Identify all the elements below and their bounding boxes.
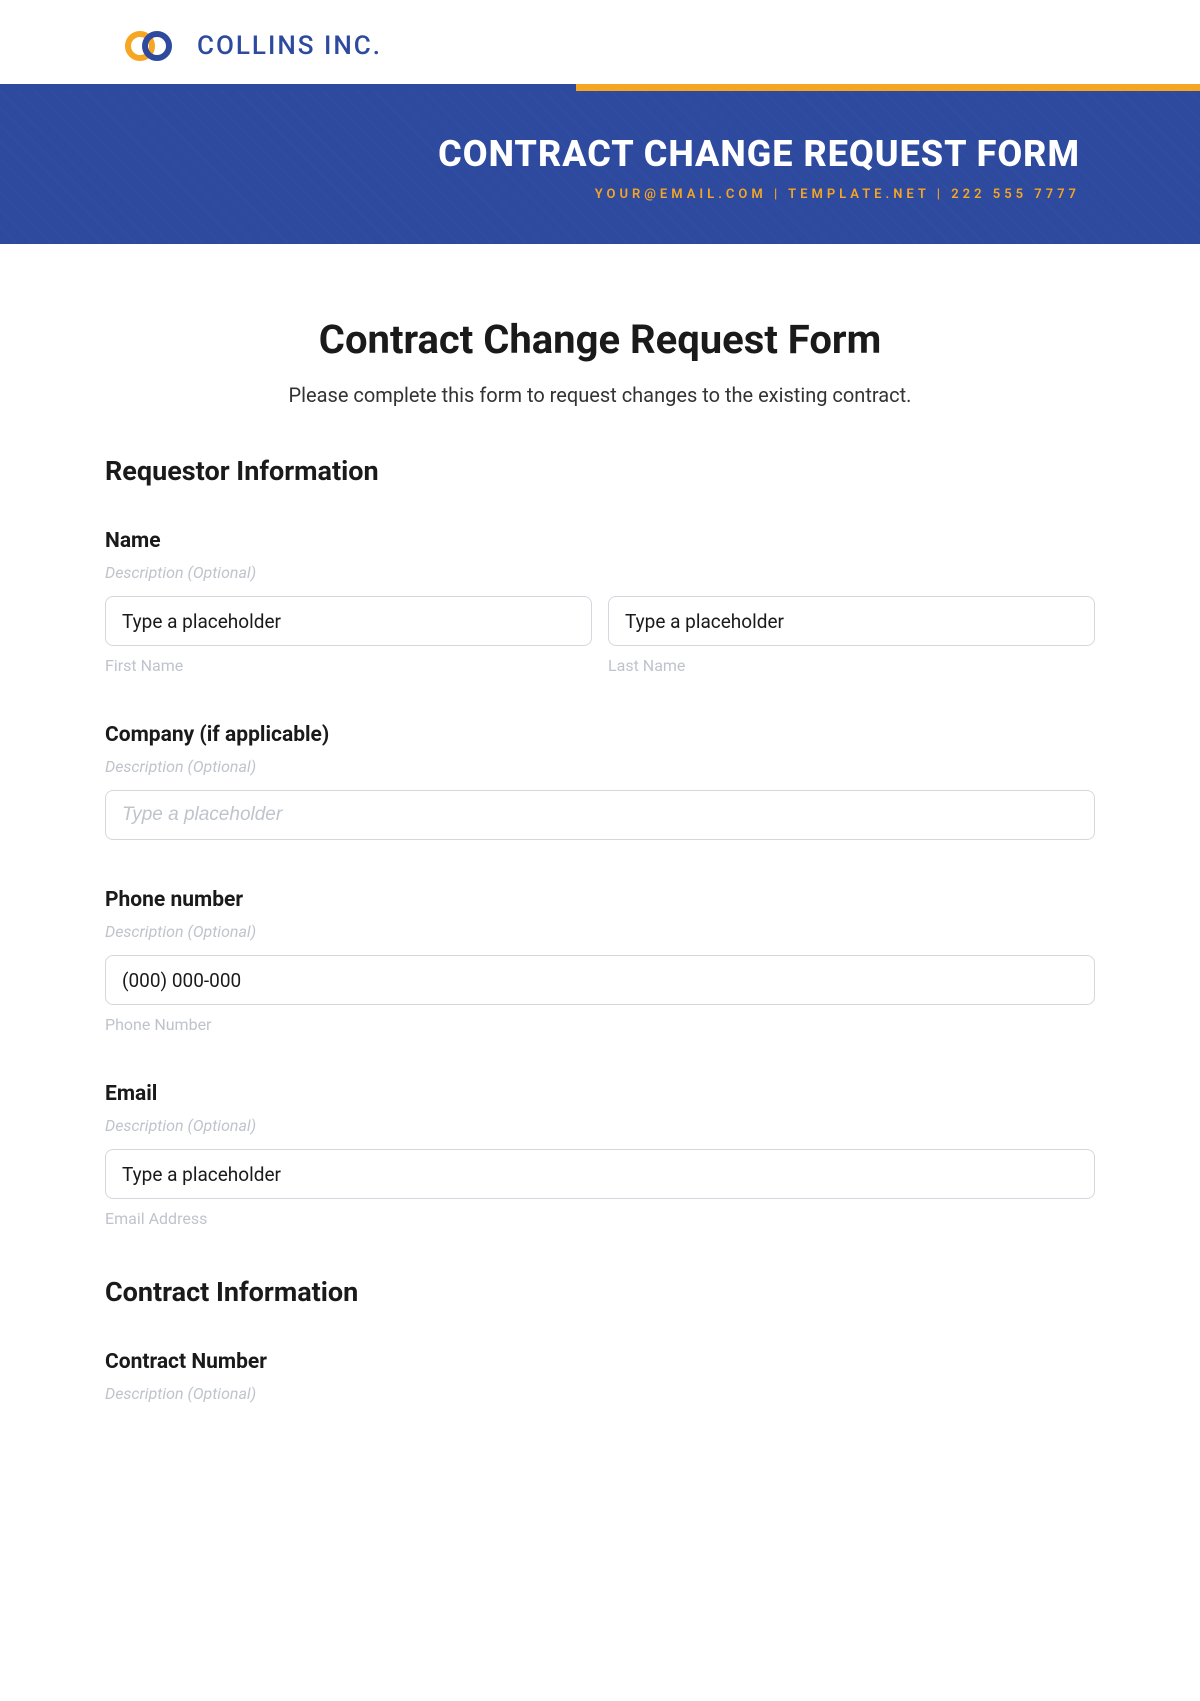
company-label: Company (if applicable) xyxy=(105,723,1095,747)
phone-input-text: (000) 000-000 xyxy=(122,969,241,992)
email-description: Description (Optional) xyxy=(105,1116,1095,1135)
form-subtitle: Please complete this form to request cha… xyxy=(105,383,1095,407)
name-field-group: Name Description (Optional) Type a place… xyxy=(105,529,1095,675)
company-logo-icon xyxy=(125,28,177,64)
email-input[interactable]: Type a placeholder xyxy=(105,1149,1095,1199)
hero-banner: CONTRACT CHANGE REQUEST FORM YOUR@EMAIL.… xyxy=(0,91,1200,244)
company-name: COLLINS INC. xyxy=(197,31,382,61)
first-name-input-text: Type a placeholder xyxy=(122,610,281,633)
email-label: Email xyxy=(105,1082,1095,1106)
form-title: Contract Change Request Form xyxy=(105,316,1095,363)
hero-title: CONTRACT CHANGE REQUEST FORM xyxy=(120,133,1080,175)
phone-label: Phone number xyxy=(105,888,1095,912)
phone-input[interactable]: (000) 000-000 xyxy=(105,955,1095,1005)
company-description: Description (Optional) xyxy=(105,757,1095,776)
email-input-text: Type a placeholder xyxy=(122,1163,281,1186)
name-label: Name xyxy=(105,529,1095,553)
contract-number-field-group: Contract Number Description (Optional) xyxy=(105,1350,1095,1403)
first-name-sublabel: First Name xyxy=(105,656,592,675)
email-sublabel: Email Address xyxy=(105,1209,1095,1228)
last-name-input[interactable]: Type a placeholder xyxy=(608,596,1095,646)
email-field-group: Email Description (Optional) Type a plac… xyxy=(105,1082,1095,1228)
name-description: Description (Optional) xyxy=(105,563,1095,582)
phone-description: Description (Optional) xyxy=(105,922,1095,941)
company-input[interactable] xyxy=(105,790,1095,840)
phone-field-group: Phone number Description (Optional) (000… xyxy=(105,888,1095,1034)
main-content: Contract Change Request Form Please comp… xyxy=(0,244,1200,1457)
last-name-sublabel: Last Name xyxy=(608,656,1095,675)
last-name-input-text: Type a placeholder xyxy=(625,610,784,633)
phone-sublabel: Phone Number xyxy=(105,1015,1095,1034)
contract-number-label: Contract Number xyxy=(105,1350,1095,1374)
requestor-section-heading: Requestor Information xyxy=(105,455,1095,487)
contract-number-description: Description (Optional) xyxy=(105,1384,1095,1403)
divider-stripe xyxy=(0,84,1200,91)
top-header: COLLINS INC. xyxy=(0,0,1200,84)
first-name-input[interactable]: Type a placeholder xyxy=(105,596,592,646)
company-field-group: Company (if applicable) Description (Opt… xyxy=(105,723,1095,840)
contract-section-heading: Contract Information xyxy=(105,1276,1095,1308)
hero-contact: YOUR@EMAIL.COM | TEMPLATE.NET | 222 555 … xyxy=(120,187,1080,202)
